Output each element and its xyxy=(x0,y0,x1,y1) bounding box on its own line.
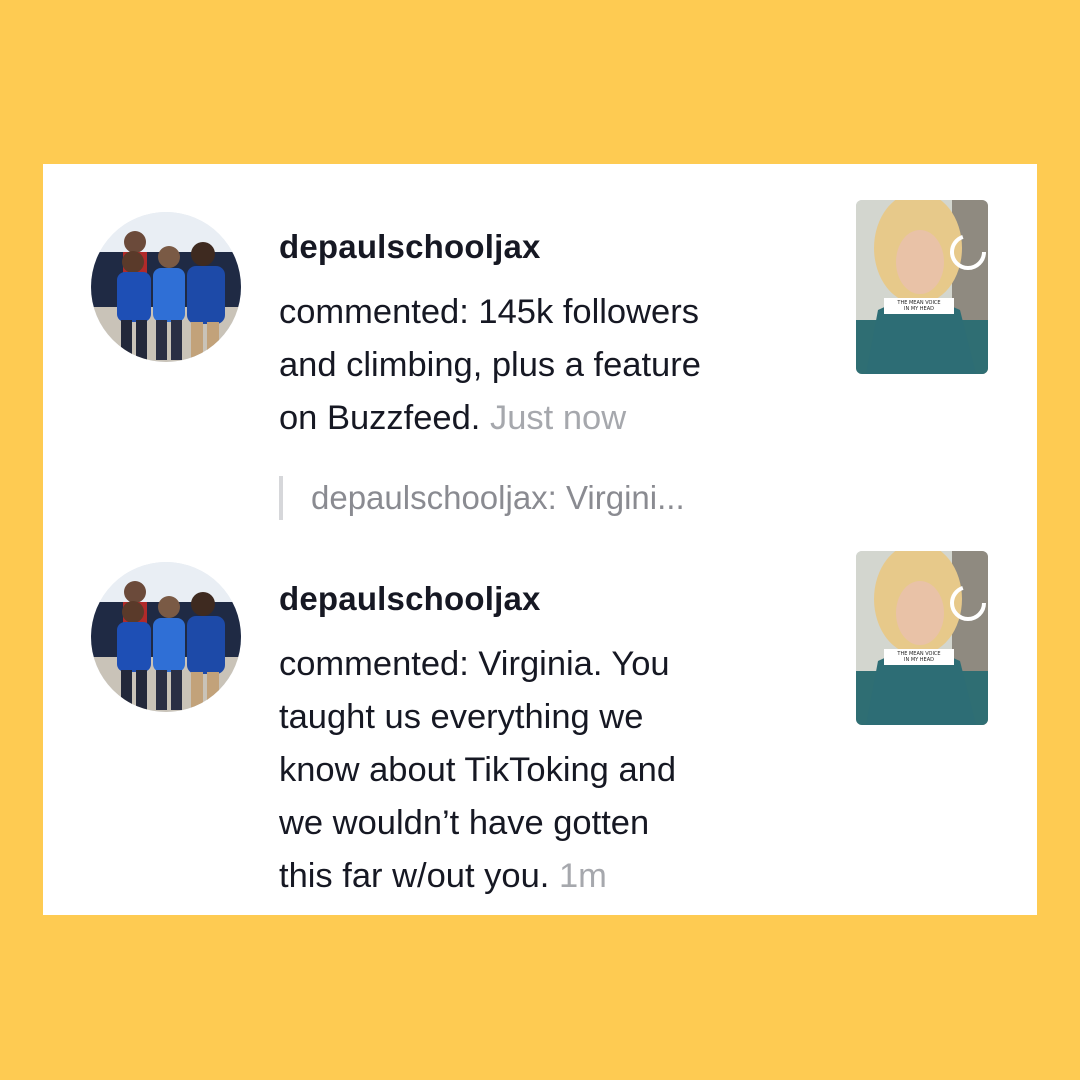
thumbnail-caption: THE MEAN VOICE IN MY HEAD xyxy=(884,298,954,314)
comment-line: taught us everything we xyxy=(279,698,644,736)
username[interactable]: depaulschooljax xyxy=(279,580,541,618)
comment-line-text: on Buzzfeed. xyxy=(279,399,481,437)
notifications-card: depaulschooljax commented: 145k follower… xyxy=(43,164,1037,915)
video-thumbnail-icon xyxy=(856,200,988,374)
comment-line-last: on Buzzfeed. Just now xyxy=(279,392,819,445)
comment-text: commented: 145k followers and climbing, … xyxy=(279,286,819,445)
thumbnail-caption: THE MEAN VOICE IN MY HEAD xyxy=(884,649,954,665)
user-avatar[interactable] xyxy=(91,212,241,362)
video-thumbnail-icon xyxy=(856,551,988,725)
video-thumbnail[interactable]: THE MEAN VOICE IN MY HEAD xyxy=(856,200,988,374)
username[interactable]: depaulschooljax xyxy=(279,228,541,266)
user-avatar[interactable] xyxy=(91,562,241,712)
comment-line-last: this far w/out you. 1m xyxy=(279,850,819,903)
thumbnail-caption-line: IN MY HEAD xyxy=(904,657,934,663)
comment-line-text: this far w/out you. xyxy=(279,857,550,895)
comment-line: know about TikToking and xyxy=(279,751,677,789)
comment-line: commented: 145k followers xyxy=(279,293,699,331)
timestamp: 1m xyxy=(558,857,607,895)
thumbnail-caption-line: IN MY HEAD xyxy=(904,306,934,312)
group-photo-avatar-icon xyxy=(91,562,241,712)
comment-line: we wouldn’t have gotten xyxy=(279,804,650,842)
comment-line: and climbing, plus a feature xyxy=(279,346,701,384)
video-thumbnail[interactable]: THE MEAN VOICE IN MY HEAD xyxy=(856,551,988,725)
comment-notification[interactable]: depaulschooljax commented: Virginia. You… xyxy=(43,524,1037,915)
timestamp: Just now xyxy=(489,399,627,437)
reply-quote[interactable]: depaulschooljax: Virgini... xyxy=(279,476,685,520)
comment-text: commented: Virginia. You taught us every… xyxy=(279,638,819,903)
comment-notification[interactable]: depaulschooljax commented: 145k follower… xyxy=(43,164,1037,524)
group-photo-avatar-icon xyxy=(91,212,241,362)
comment-line: commented: Virginia. You xyxy=(279,645,670,683)
